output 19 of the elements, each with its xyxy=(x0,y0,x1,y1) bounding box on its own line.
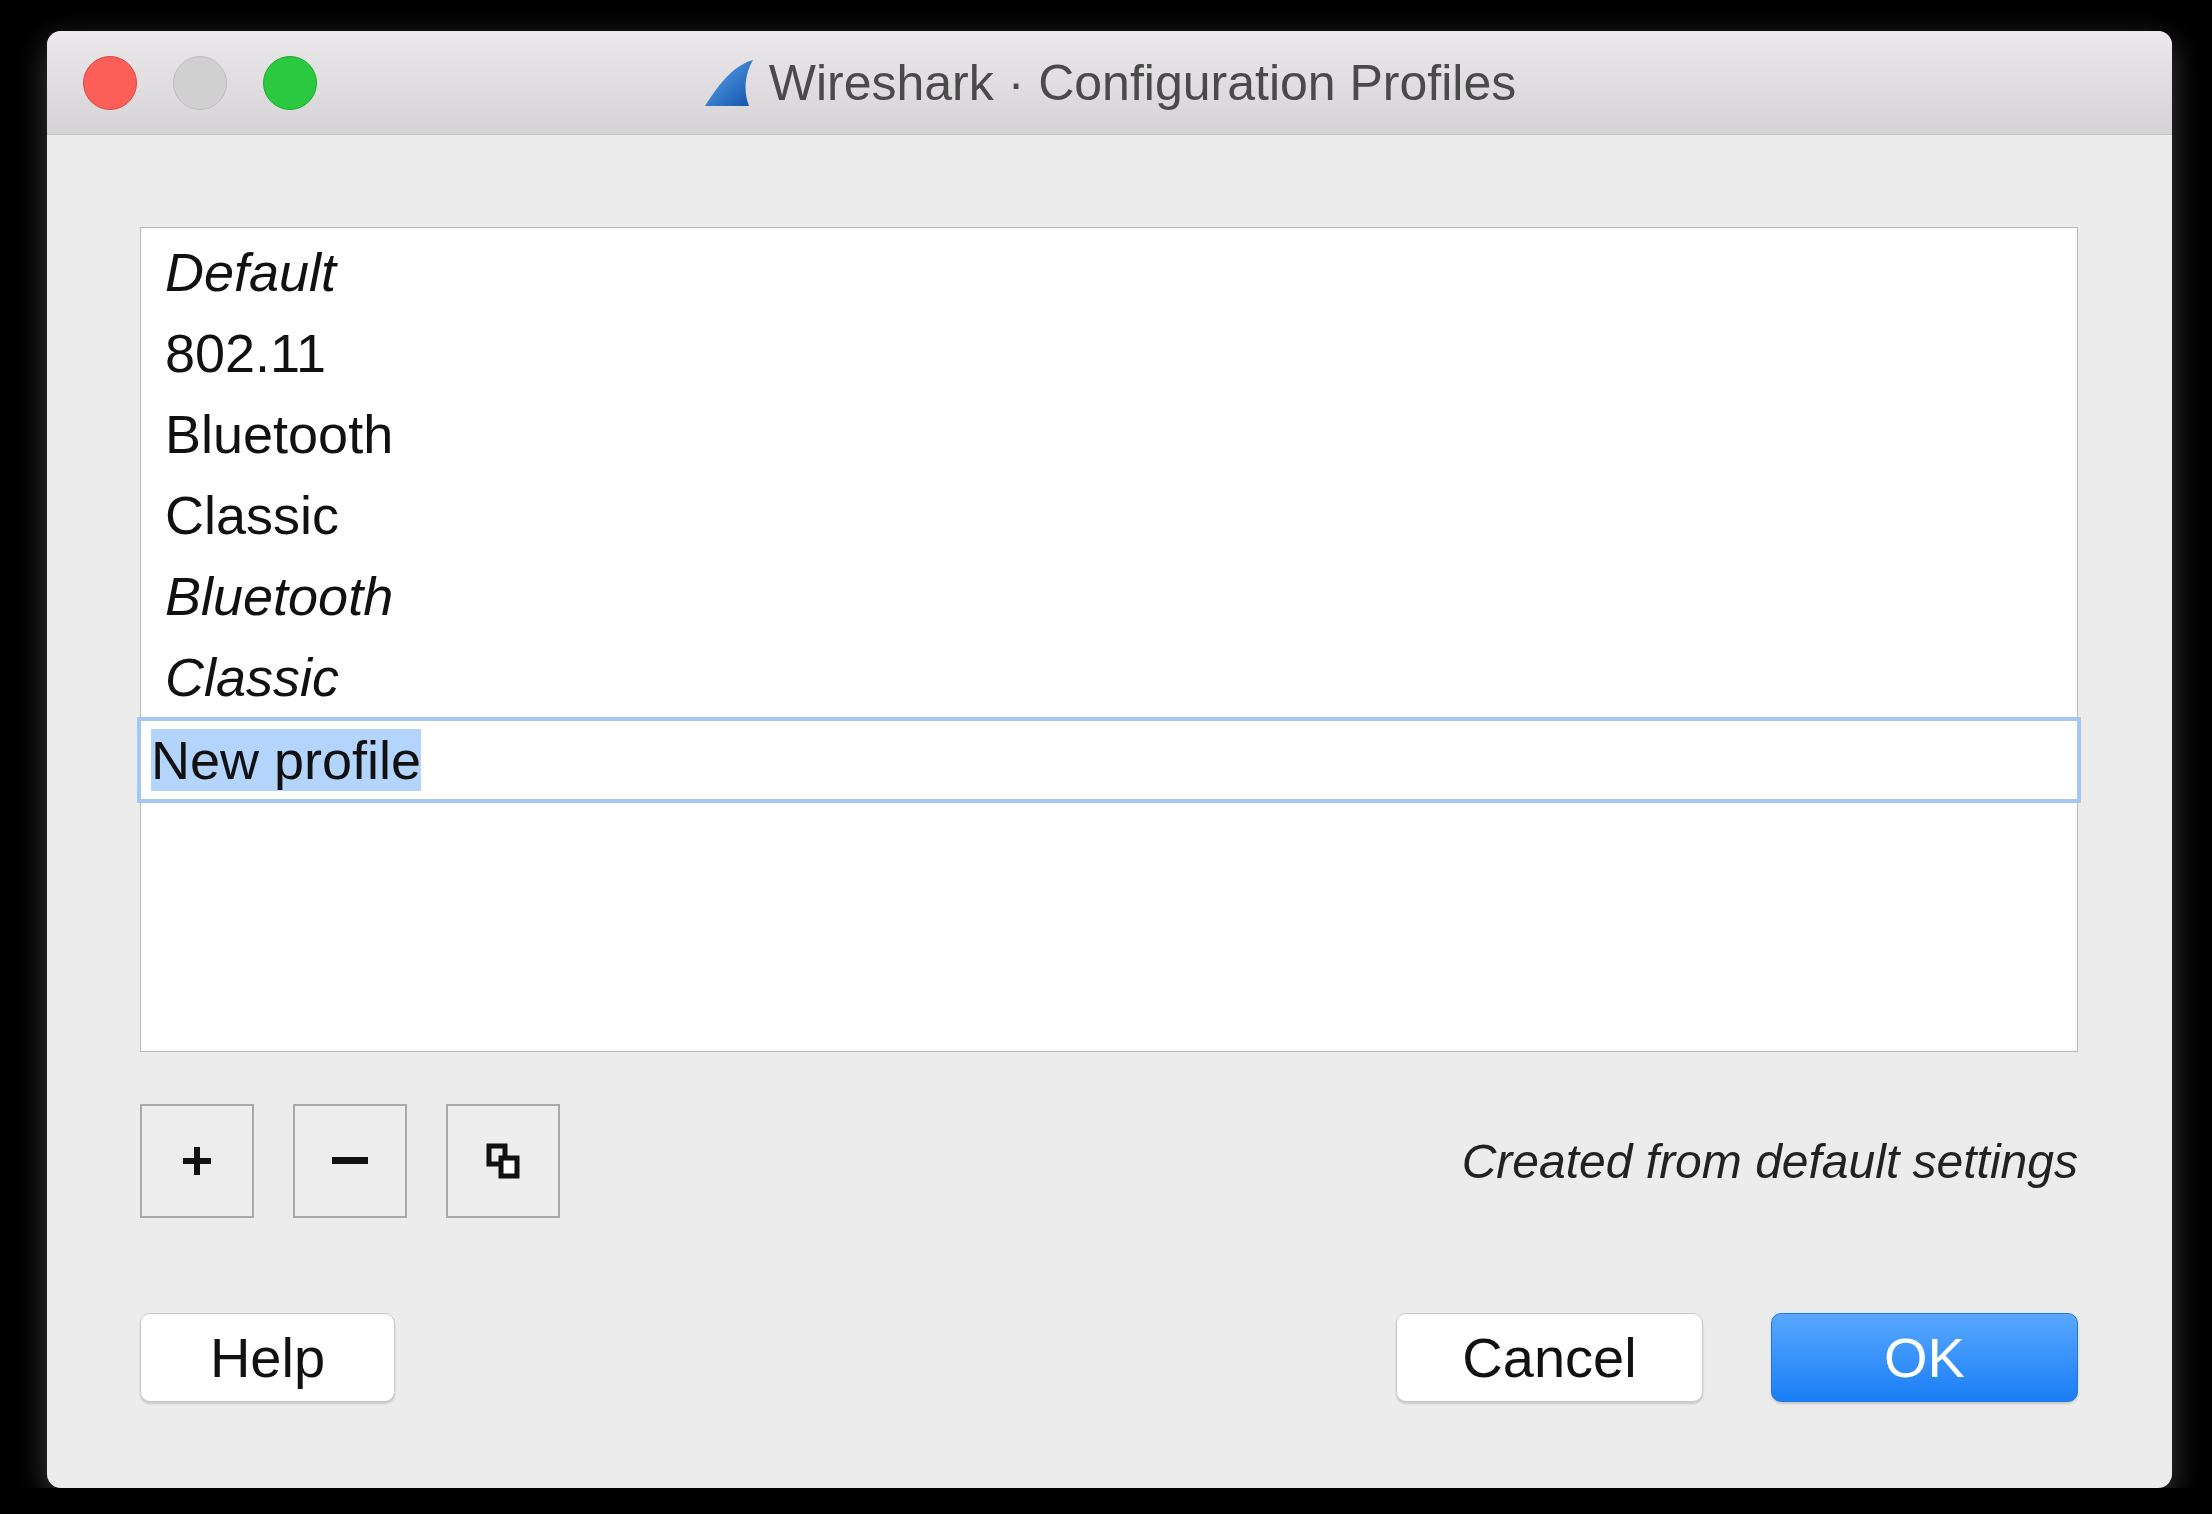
copy-button[interactable] xyxy=(446,1104,560,1218)
profile-item[interactable]: Bluetooth xyxy=(165,402,394,465)
copy-icon xyxy=(486,1143,520,1179)
profile-item[interactable]: 802.11 xyxy=(165,321,327,384)
profile-item[interactable]: Default xyxy=(165,240,337,303)
dialog-button[interactable]: Help xyxy=(140,1313,395,1402)
dialog-button[interactable]: Cancel xyxy=(1396,1313,1703,1402)
remove-button[interactable] xyxy=(293,1104,407,1218)
minus-icon xyxy=(332,1157,368,1165)
close-button[interactable] xyxy=(83,55,137,110)
profile-item[interactable]: Classic xyxy=(165,483,340,546)
profile-item[interactable]: Classic xyxy=(165,645,340,708)
shark-fin-icon xyxy=(702,57,755,108)
profile-name-field[interactable]: New profile xyxy=(137,717,2081,803)
profile-info-text: Created from default settings xyxy=(1461,1133,2078,1189)
window-title: Wireshark · Configuration Profiles xyxy=(768,53,1517,112)
zoom-button[interactable] xyxy=(263,55,317,110)
add-button[interactable] xyxy=(140,1104,254,1218)
profile-item[interactable]: Bluetooth xyxy=(165,564,394,627)
